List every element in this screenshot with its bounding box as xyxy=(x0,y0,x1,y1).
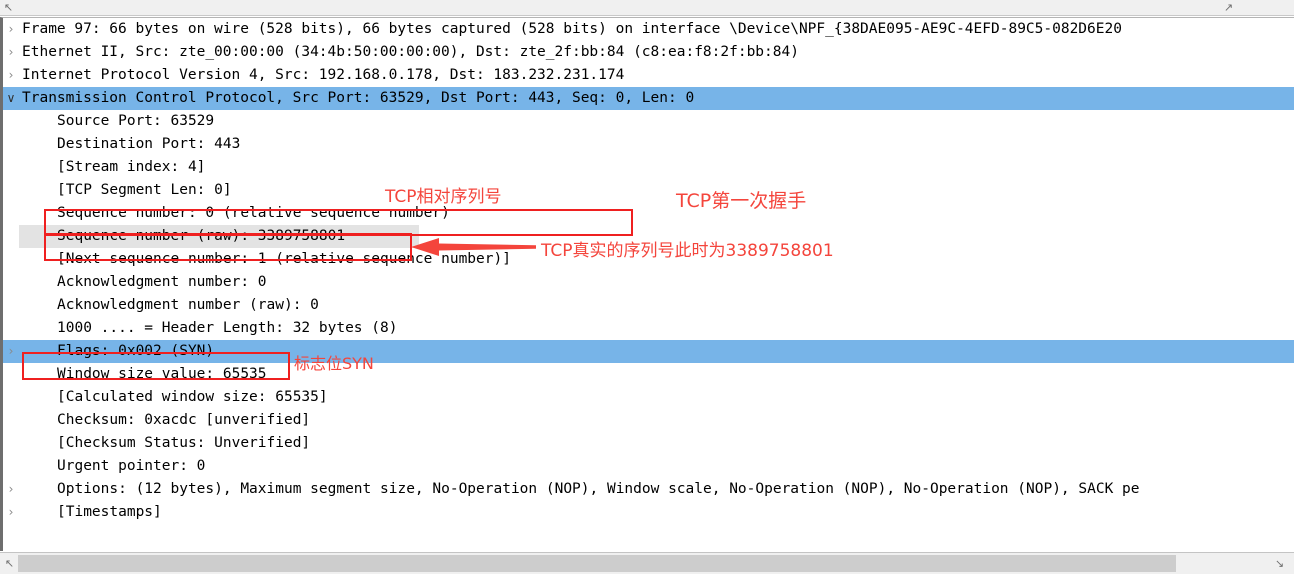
tree-row-label-timestamps: [Timestamps] xyxy=(57,504,162,520)
scroll-up-left-icon[interactable]: ↖ xyxy=(2,1,15,14)
tree-row-tcp[interactable]: ∨ Transmission Control Protocol, Src Port… xyxy=(3,87,1294,110)
tree-row-sequence-number[interactable]: Sequence number: 0 (relative sequence nu… xyxy=(3,202,1294,225)
tree-row-label-source-port: Source Port: 63529 xyxy=(57,113,215,129)
chevron-right-icon[interactable]: › xyxy=(3,18,19,41)
tree-row-label-next-sequence-number: [Next sequence number: 1 (relative seque… xyxy=(57,251,511,267)
tree-row-window-size-value[interactable]: Window size value: 65535 xyxy=(3,363,1294,386)
tree-row-label-flags: Flags: 0x002 (SYN) xyxy=(57,343,215,359)
packet-details-pane[interactable]: › Frame 97: 66 bytes on wire (528 bits), … xyxy=(0,17,1294,551)
tree-row-next-sequence-number[interactable]: [Next sequence number: 1 (relative seque… xyxy=(3,248,1294,271)
tree-row-label-acknowledgment-number: Acknowledgment number: 0 xyxy=(57,274,267,290)
chevron-right-icon[interactable]: › xyxy=(3,501,19,524)
horizontal-scrollbar[interactable]: ↖ ↘ xyxy=(0,552,1294,574)
chevron-down-icon[interactable]: ∨ xyxy=(3,87,19,110)
tree-row-label-window-size-value: Window size value: 65535 xyxy=(57,366,267,382)
tree-row-label-acknowledgment-number-raw: Acknowledgment number (raw): 0 xyxy=(57,297,319,313)
tree-row-label-header-length: 1000 .... = Header Length: 32 bytes (8) xyxy=(57,320,398,336)
tree-row-checksum-status[interactable]: [Checksum Status: Unverified] xyxy=(3,432,1294,455)
tree-row-label-destination-port: Destination Port: 443 xyxy=(57,136,241,152)
scroll-up-right-icon[interactable]: ↗ xyxy=(1222,1,1235,14)
tree-row-calculated-window-size[interactable]: [Calculated window size: 65535] xyxy=(3,386,1294,409)
tree-row-header-length[interactable]: 1000 .... = Header Length: 32 bytes (8) xyxy=(3,317,1294,340)
scroll-left-icon[interactable]: ↖ xyxy=(2,556,17,571)
tree-row-acknowledgment-number-raw[interactable]: Acknowledgment number (raw): 0 xyxy=(3,294,1294,317)
tree-row-ethernet[interactable]: › Ethernet II, Src: zte_00:00:00 (34:4b:5… xyxy=(3,41,1294,64)
scroll-right-icon[interactable]: ↘ xyxy=(1272,556,1287,571)
tree-row-tcp-segment-len[interactable]: [TCP Segment Len: 0] xyxy=(3,179,1294,202)
tree-row-stream-index[interactable]: [Stream index: 4] xyxy=(3,156,1294,179)
chevron-right-icon[interactable]: › xyxy=(3,478,19,501)
tree-row-label-ethernet: Ethernet II, Src: zte_00:00:00 (34:4b:50… xyxy=(22,44,799,60)
tree-row-label-urgent-pointer: Urgent pointer: 0 xyxy=(57,458,206,474)
chevron-right-icon[interactable]: › xyxy=(3,340,19,363)
tree-row-options[interactable]: › Options: (12 bytes), Maximum segment si… xyxy=(3,478,1294,501)
tree-row-label-ipv4: Internet Protocol Version 4, Src: 192.16… xyxy=(22,67,625,83)
protocol-tree: › Frame 97: 66 bytes on wire (528 bits), … xyxy=(3,18,1294,524)
tree-row-label-sequence-number-raw: Sequence number (raw): 3389758801 xyxy=(19,225,420,248)
scrollbar-thumb[interactable] xyxy=(18,555,1176,572)
tree-row-label-tcp: Transmission Control Protocol, Src Port:… xyxy=(22,90,695,106)
tree-row-label-checksum-status: [Checksum Status: Unverified] xyxy=(57,435,311,451)
tree-row-label-checksum: Checksum: 0xacdc [unverified] xyxy=(57,412,311,428)
chevron-right-icon[interactable]: › xyxy=(3,41,19,64)
tree-row-timestamps[interactable]: › [Timestamps] xyxy=(3,501,1294,524)
tree-row-label-frame: Frame 97: 66 bytes on wire (528 bits), 6… xyxy=(22,21,1122,37)
tree-row-label-options: Options: (12 bytes), Maximum segment siz… xyxy=(57,481,1140,497)
tree-row-label-tcp-segment-len: [TCP Segment Len: 0] xyxy=(57,182,232,198)
tree-row-label-stream-index: [Stream index: 4] xyxy=(57,159,206,175)
tree-row-ipv4[interactable]: › Internet Protocol Version 4, Src: 192.1… xyxy=(3,64,1294,87)
tree-row-destination-port[interactable]: Destination Port: 443 xyxy=(3,133,1294,156)
tree-row-label-sequence-number: Sequence number: 0 (relative sequence nu… xyxy=(57,205,450,221)
tree-row-source-port[interactable]: Source Port: 63529 xyxy=(3,110,1294,133)
tree-row-checksum[interactable]: Checksum: 0xacdc [unverified] xyxy=(3,409,1294,432)
tree-row-label-calculated-window-size: [Calculated window size: 65535] xyxy=(57,389,328,405)
tree-row-frame[interactable]: › Frame 97: 66 bytes on wire (528 bits), … xyxy=(3,18,1294,41)
tree-row-sequence-number-raw[interactable]: Sequence number (raw): 3389758801 xyxy=(3,225,1294,248)
chevron-right-icon[interactable]: › xyxy=(3,64,19,87)
tree-row-acknowledgment-number[interactable]: Acknowledgment number: 0 xyxy=(3,271,1294,294)
tree-row-urgent-pointer[interactable]: Urgent pointer: 0 xyxy=(3,455,1294,478)
tree-row-flags[interactable]: › Flags: 0x002 (SYN) xyxy=(3,340,1294,363)
top-splitter-strip[interactable]: ↖ ↗ xyxy=(0,0,1294,16)
